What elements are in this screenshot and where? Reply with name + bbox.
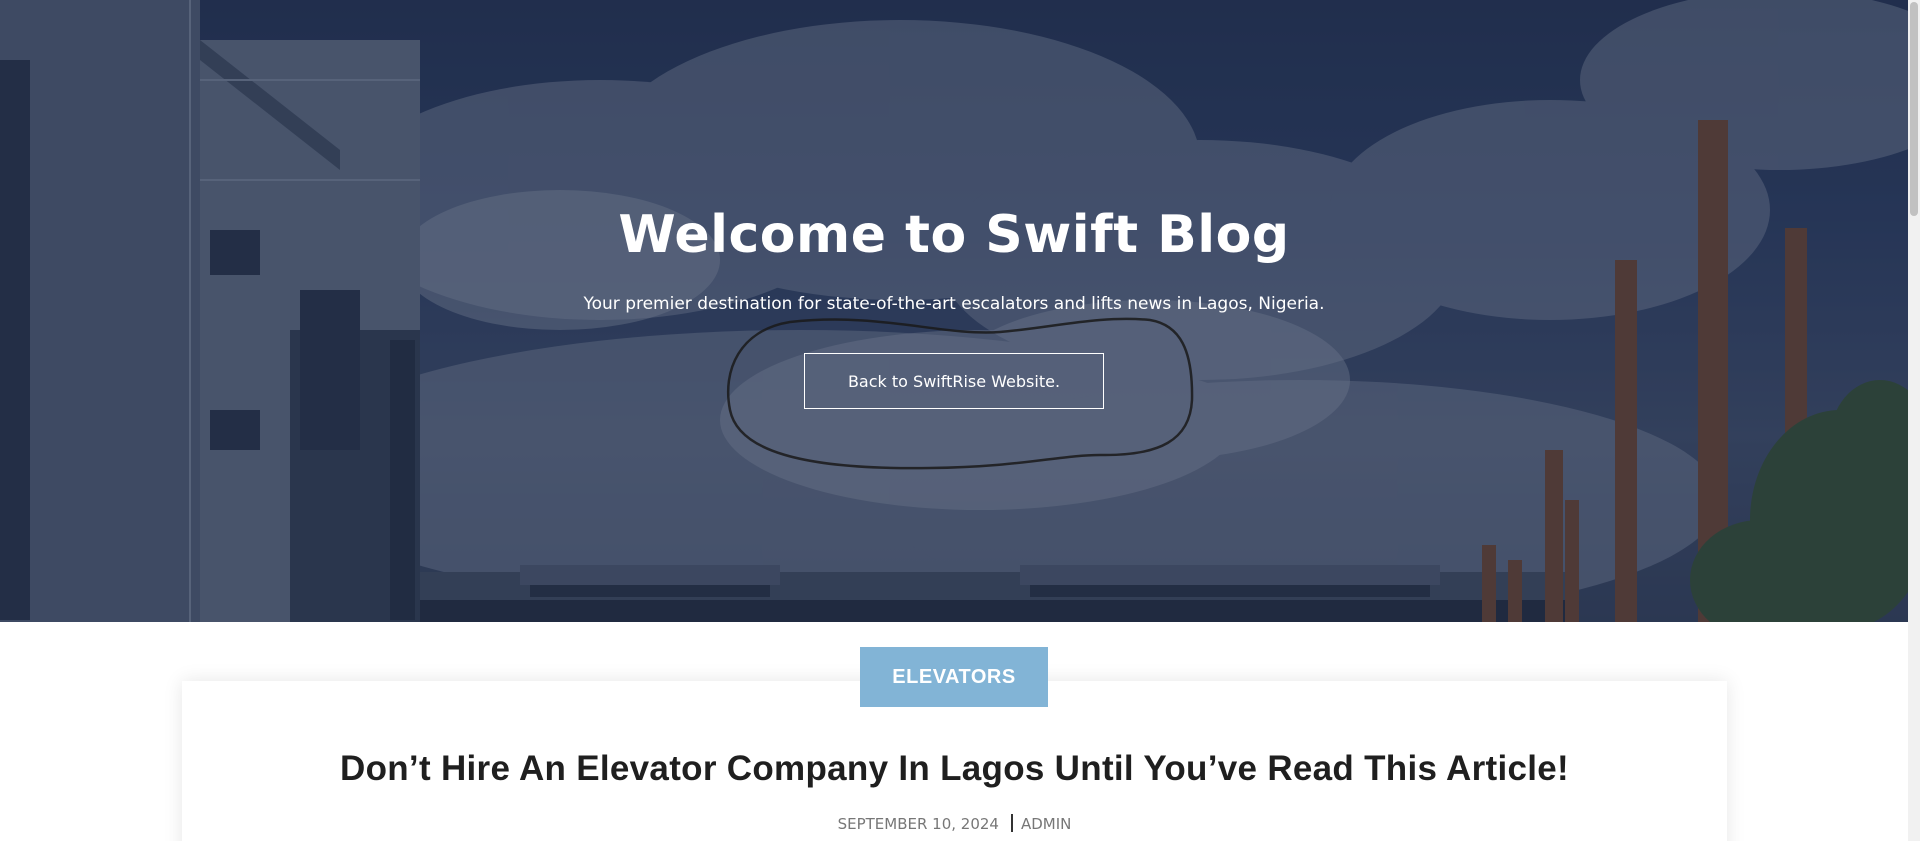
hero-subtitle: Your premier destination for state-of-th… <box>583 294 1325 314</box>
back-to-website-button[interactable]: Back to SwiftRise Website. <box>804 353 1104 409</box>
post-date: SEPTEMBER 10, 2024 <box>837 815 999 833</box>
page-scrollbar[interactable] <box>1908 0 1920 841</box>
hero-content: Welcome to Swift Blog Your premier desti… <box>0 0 1908 622</box>
post-meta: SEPTEMBER 10, 2024 ADMIN <box>182 814 1727 833</box>
hero-title: Welcome to Swift Blog <box>618 205 1290 265</box>
post-title[interactable]: Don’t Hire An Elevator Company In Lagos … <box>182 749 1727 789</box>
scrollbar-thumb[interactable] <box>1910 2 1918 216</box>
hero-section: Welcome to Swift Blog Your premier desti… <box>0 0 1908 622</box>
meta-divider <box>1010 814 1013 832</box>
category-badge[interactable]: ELEVATORS <box>860 647 1048 707</box>
post-author[interactable]: ADMIN <box>1021 815 1071 833</box>
